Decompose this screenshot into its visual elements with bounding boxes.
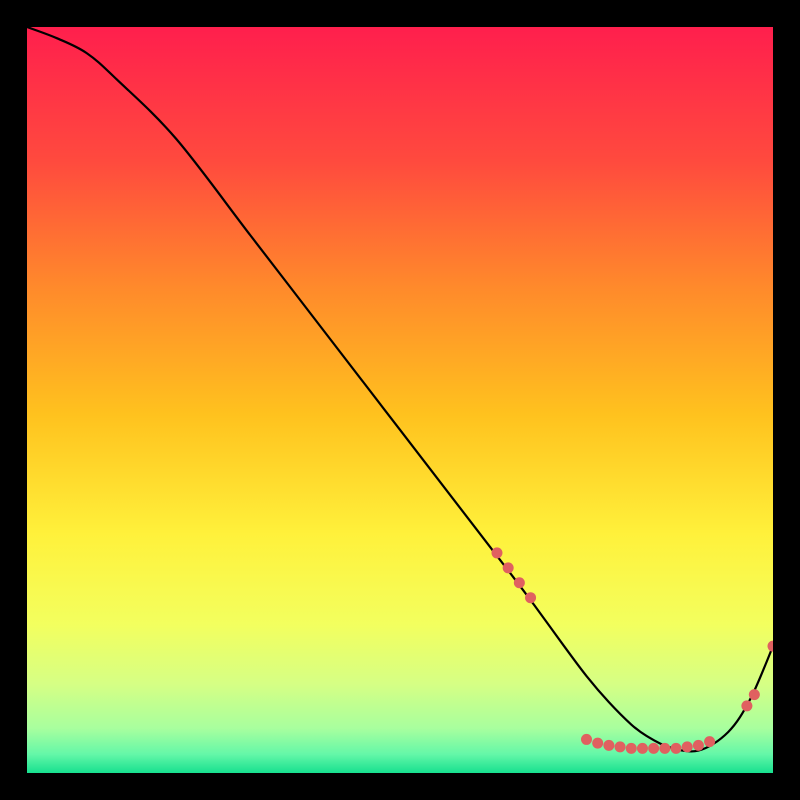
chart-plot-area <box>27 27 773 773</box>
data-marker <box>749 689 760 700</box>
data-marker <box>491 547 502 558</box>
data-marker <box>637 743 648 754</box>
data-marker <box>693 740 704 751</box>
data-marker <box>648 743 659 754</box>
data-marker <box>581 734 592 745</box>
data-marker <box>659 743 670 754</box>
data-marker <box>671 743 682 754</box>
data-marker <box>615 741 626 752</box>
data-marker <box>592 738 603 749</box>
data-marker <box>704 736 715 747</box>
data-marker <box>741 700 752 711</box>
chart-svg <box>27 27 773 773</box>
data-marker <box>503 562 514 573</box>
chart-frame <box>0 0 800 800</box>
data-marker <box>603 740 614 751</box>
chart-background <box>27 27 773 773</box>
data-marker <box>514 577 525 588</box>
data-marker <box>626 743 637 754</box>
data-marker <box>525 592 536 603</box>
data-marker <box>682 741 693 752</box>
